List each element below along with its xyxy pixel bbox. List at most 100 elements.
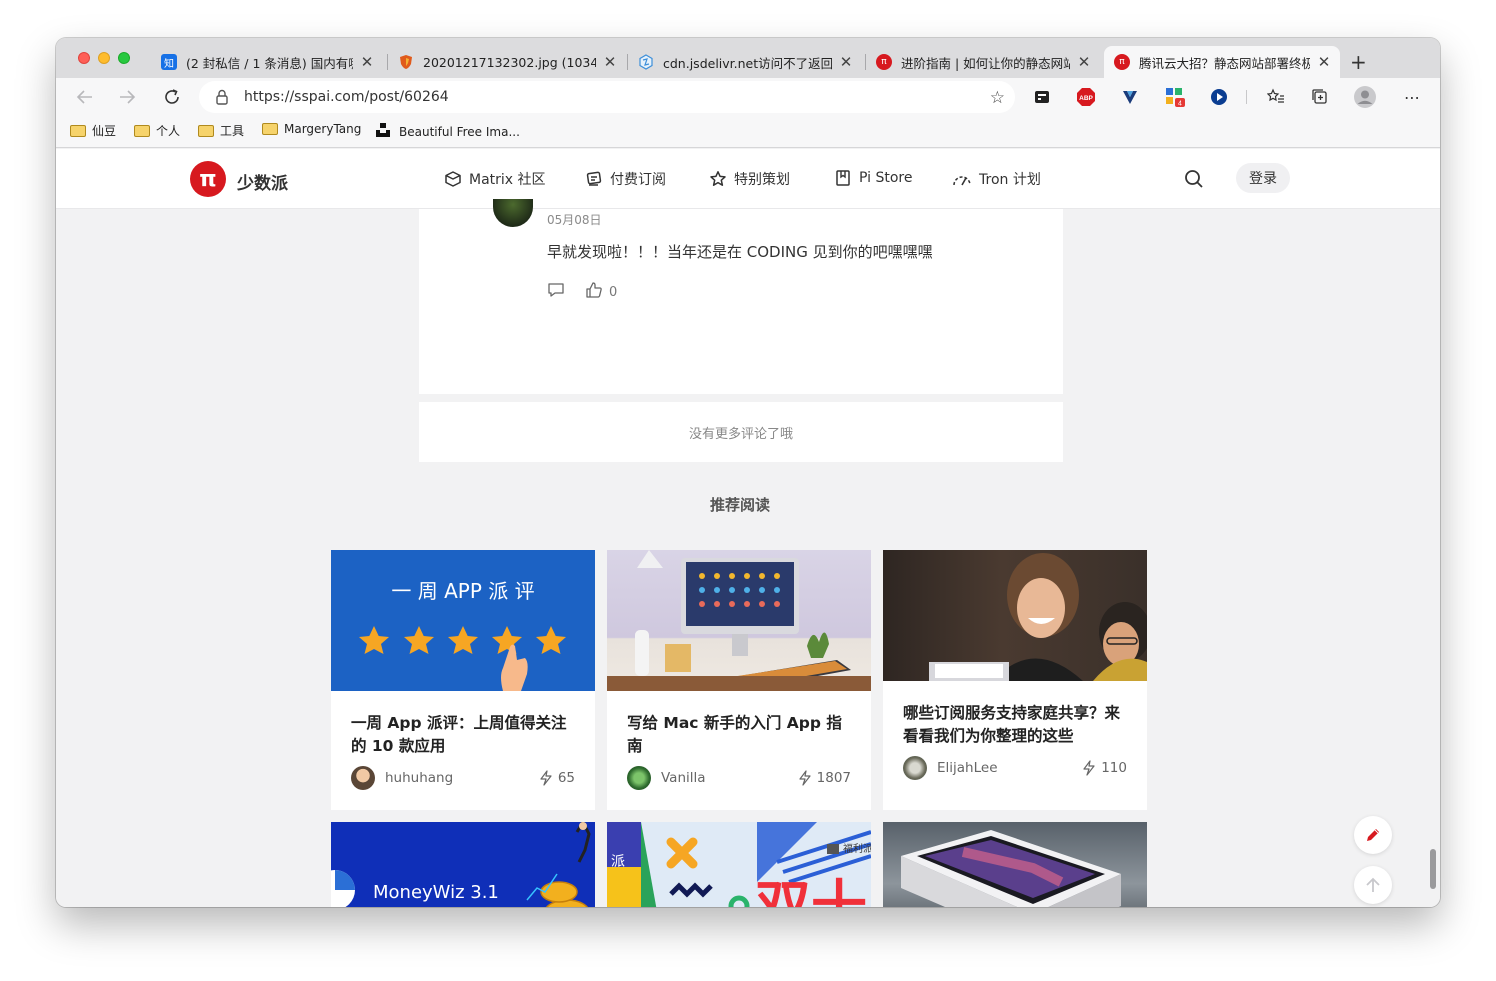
avatar[interactable] bbox=[351, 766, 375, 790]
tab-image[interactable]: 20201217132302.jpg (1034×9 ✕ bbox=[388, 46, 626, 78]
svg-text:一 周 APP 派 评: 一 周 APP 派 评 bbox=[391, 579, 534, 603]
minimize-window-button[interactable] bbox=[98, 52, 110, 64]
card-title[interactable]: 写给 Mac 新手的入门 App 指南 bbox=[627, 712, 853, 758]
tab-title: 腾讯云大招？静态网站部署终极 bbox=[1139, 55, 1310, 71]
card-image[interactable] bbox=[607, 550, 871, 691]
card-likes: 1807 bbox=[798, 770, 851, 786]
nav-item-tron[interactable]: Tron 计划 bbox=[952, 169, 1041, 189]
lightning-icon bbox=[1083, 760, 1095, 776]
tab-sspai-guide[interactable]: π 进阶指南 | 如何让你的静态网站 ✕ bbox=[866, 46, 1100, 78]
scrollbar[interactable] bbox=[1430, 849, 1436, 889]
write-comment-button[interactable] bbox=[1354, 816, 1392, 854]
folder-icon bbox=[262, 123, 278, 135]
like-count: 0 bbox=[609, 284, 618, 300]
browser-toolbar: https://sspai.com/post/60264 ☆ ABP 4 ⋯ bbox=[56, 78, 1440, 116]
bookmark-item[interactable]: 工具 bbox=[198, 122, 244, 139]
back-button[interactable] bbox=[72, 84, 98, 110]
card-title[interactable]: 哪些订阅服务支持家庭共享？来看看我们为你整理的这些 bbox=[903, 702, 1129, 748]
bookmark-item[interactable]: MargeryTang bbox=[262, 122, 361, 136]
avatar[interactable] bbox=[493, 199, 533, 227]
avatar[interactable] bbox=[627, 766, 651, 790]
svg-text:派: 派 bbox=[611, 854, 625, 870]
comment-date: 05月08日 bbox=[547, 213, 602, 227]
card-author[interactable]: ElijahLee bbox=[937, 760, 998, 776]
card-image[interactable]: MoneyWiz 3.1 bbox=[331, 822, 595, 907]
bookmark-label: 工具 bbox=[220, 124, 245, 138]
svg-text:福利派: 福利派 bbox=[843, 842, 871, 855]
card-meta: Vanilla 1807 bbox=[627, 765, 851, 791]
close-tab-icon[interactable]: ✕ bbox=[1076, 53, 1092, 71]
no-more-comments: 没有更多评论了哦 bbox=[419, 402, 1063, 462]
recommended-card[interactable]: 哪些订阅服务支持家庭共享？来看看我们为你整理的这些 ElijahLee 110 bbox=[883, 550, 1147, 810]
card-author[interactable]: huhuhang bbox=[385, 770, 453, 786]
puzzle-extension-icon[interactable]: 4 bbox=[1164, 86, 1186, 108]
reload-button[interactable] bbox=[159, 84, 185, 110]
bookmark-item[interactable]: 个人 bbox=[134, 122, 180, 139]
recommended-card[interactable]: 写给 Mac 新手的入门 App 指南 Vanilla 1807 bbox=[607, 550, 871, 810]
sspai-logo[interactable]: π bbox=[190, 161, 226, 197]
bookmark-icon bbox=[836, 170, 850, 186]
bookmark-label: MargeryTang bbox=[284, 122, 362, 136]
card-image[interactable]: 一 周 APP 派 评 bbox=[331, 550, 595, 691]
card-meta: ElijahLee 110 bbox=[903, 755, 1127, 781]
tab-zhihu[interactable]: 知 (2 封私信 / 1 条消息) 国内有哪些 ✕ bbox=[151, 46, 383, 78]
profile-avatar-icon[interactable] bbox=[1354, 86, 1376, 108]
login-button[interactable]: 登录 bbox=[1236, 163, 1290, 193]
lightning-icon bbox=[540, 770, 552, 786]
zhihu-icon: 知 bbox=[161, 54, 177, 70]
bookmark-item[interactable]: Beautiful Free Ima... bbox=[375, 122, 520, 141]
star-icon bbox=[710, 171, 726, 186]
search-icon[interactable] bbox=[1184, 169, 1204, 193]
recommended-card[interactable]: MoneyWiz 3.1 bbox=[331, 822, 595, 907]
thumbs-up-icon[interactable] bbox=[585, 281, 603, 303]
tab-jsdelivr[interactable]: cdn.jsdelivr.net访问不了返回40 ✕ bbox=[628, 46, 862, 78]
notion-extension-icon[interactable] bbox=[1031, 86, 1053, 108]
avatar[interactable] bbox=[903, 756, 927, 780]
card-image[interactable] bbox=[883, 550, 1147, 681]
lock-icon[interactable] bbox=[215, 89, 229, 109]
bookmark-item[interactable]: 仙豆 bbox=[70, 122, 116, 139]
folder-icon bbox=[134, 124, 150, 137]
nav-label: 付费订阅 bbox=[610, 172, 666, 188]
circle-play-icon[interactable] bbox=[1208, 86, 1230, 108]
card-author[interactable]: Vanilla bbox=[661, 770, 706, 786]
card-meta: huhuhang 65 bbox=[351, 765, 575, 791]
more-menu-icon[interactable]: ⋯ bbox=[1401, 86, 1423, 108]
recommended-card[interactable]: iPhone bbox=[883, 822, 1147, 907]
collections-icon[interactable] bbox=[1309, 86, 1331, 108]
tron-icon bbox=[953, 176, 971, 186]
back-to-top-button[interactable] bbox=[1354, 866, 1392, 904]
address-bar[interactable]: https://sspai.com/post/60264 ☆ bbox=[199, 81, 1015, 113]
recommended-card[interactable]: 派 1日 双十 福利派 bbox=[607, 822, 871, 907]
favorite-star-icon[interactable]: ☆ bbox=[990, 88, 1005, 108]
arrow-up-icon bbox=[1366, 877, 1380, 892]
card-image[interactable]: 派 1日 双十 福利派 bbox=[607, 822, 871, 907]
bookmark-label: 仙豆 bbox=[92, 124, 117, 138]
reply-icon[interactable] bbox=[547, 281, 565, 303]
nav-item-pi-store[interactable]: Pi Store bbox=[834, 169, 912, 187]
close-tab-icon[interactable]: ✕ bbox=[359, 53, 375, 71]
nav-item-matrix[interactable]: Matrix 社区 bbox=[444, 169, 546, 189]
close-window-button[interactable] bbox=[78, 52, 90, 64]
bookmark-label: 个人 bbox=[156, 124, 181, 138]
reading-list-icon[interactable] bbox=[1265, 86, 1287, 108]
forward-button[interactable] bbox=[114, 84, 140, 110]
comment-text: 早就发现啦！！！当年还是在 CODING 见到你的吧嘿嘿嘿 bbox=[547, 243, 933, 261]
close-tab-icon[interactable]: ✕ bbox=[602, 53, 618, 71]
nav-label: Matrix 社区 bbox=[469, 172, 546, 188]
nav-item-subscription[interactable]: 付费订阅 bbox=[585, 169, 666, 189]
card-image[interactable]: iPhone bbox=[883, 822, 1147, 907]
site-name[interactable]: 少数派 bbox=[237, 169, 288, 194]
recommended-card[interactable]: 一 周 APP 派 评 一周 App 派评：上周值得关注的 10 款应用 huh… bbox=[331, 550, 595, 810]
new-tab-button[interactable]: + bbox=[1350, 50, 1367, 74]
nav-item-special[interactable]: 特别策划 bbox=[709, 169, 790, 189]
adblock-plus-icon[interactable]: ABP bbox=[1075, 86, 1097, 108]
tab-sspai-active[interactable]: π 腾讯云大招？静态网站部署终极 ✕ bbox=[1104, 46, 1340, 78]
vimium-icon[interactable] bbox=[1119, 86, 1141, 108]
card-title[interactable]: 一周 App 派评：上周值得关注的 10 款应用 bbox=[351, 712, 577, 758]
comment-actions: 0 bbox=[547, 281, 617, 303]
folder-icon bbox=[70, 124, 86, 137]
close-tab-icon[interactable]: ✕ bbox=[838, 53, 854, 71]
zoom-window-button[interactable] bbox=[118, 52, 130, 64]
close-tab-icon[interactable]: ✕ bbox=[1316, 53, 1332, 71]
